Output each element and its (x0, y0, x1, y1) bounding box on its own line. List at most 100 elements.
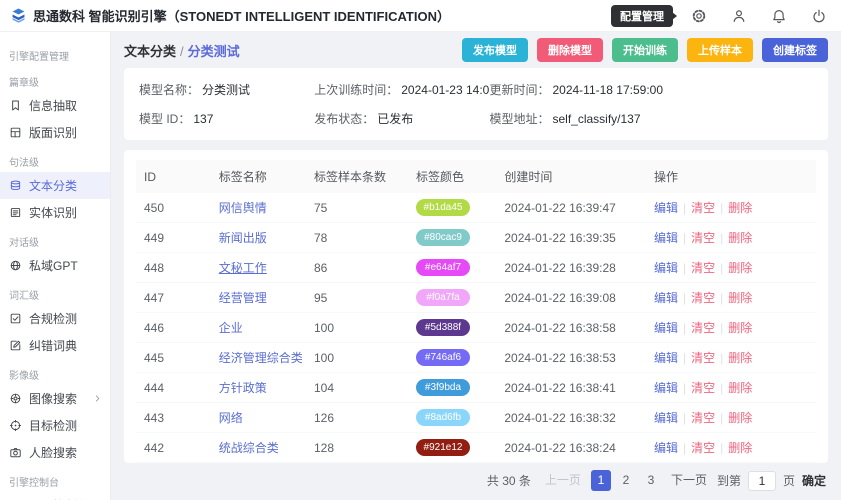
delete-link[interactable]: 删除 (728, 441, 752, 455)
cell-sample-count: 100 (305, 342, 408, 373)
label-name-link[interactable]: 网信舆情 (219, 201, 267, 215)
column-header: 操作 (645, 160, 816, 193)
column-header: 创建时间 (496, 160, 646, 193)
label-name-link[interactable]: 方针政策 (219, 381, 267, 395)
upload-sample-button[interactable]: 上传样本 (687, 38, 753, 62)
edit-link[interactable]: 编辑 (654, 231, 678, 245)
bookmark-icon (9, 99, 22, 112)
label-name-link[interactable]: 企业 (219, 321, 243, 335)
power-icon[interactable] (811, 8, 827, 24)
publish-model-button[interactable]: 发布模型 (462, 38, 528, 62)
cell-id: 448 (136, 252, 211, 283)
label-name-link[interactable]: 经济管理综合类 (219, 351, 303, 365)
table-row: 448 文秘工作 86 #e64af7 2024-01-22 16:39:28 编辑 | 清空… (136, 252, 816, 283)
action-separator: | (682, 261, 687, 275)
delete-link[interactable]: 删除 (728, 261, 752, 275)
cell-actions: 编辑 | 清空 | 删除 (645, 372, 816, 403)
next-page-button[interactable]: 下一页 (668, 470, 710, 491)
sidebar-item-text-classification[interactable]: 文本分类 (0, 172, 110, 199)
sidebar-item-back-console[interactable]: 返回控制台 (0, 492, 110, 500)
cell-sample-count: 100 (305, 312, 408, 343)
cell-created-time: 2024-01-22 16:38:58 (496, 312, 646, 343)
clear-link[interactable]: 清空 (691, 261, 715, 275)
color-badge: #921e12 (415, 439, 470, 456)
label-name-link[interactable]: 新闻出版 (219, 231, 267, 245)
color-badge: #8ad6fb (415, 409, 470, 426)
sidebar-item-compliance-check[interactable]: 合规检测 (0, 305, 110, 332)
edit-link[interactable]: 编辑 (654, 441, 678, 455)
confirm-button[interactable]: 确定 (802, 472, 826, 489)
breadcrumb: 文本分类 / 分类测试 (124, 41, 240, 60)
label-name-link[interactable]: 网络 (219, 411, 243, 425)
sidebar-item-layout-recognition[interactable]: 版面识别 (0, 119, 110, 146)
delete-model-button[interactable]: 删除模型 (537, 38, 603, 62)
clear-link[interactable]: 清空 (691, 441, 715, 455)
delete-link[interactable]: 删除 (728, 321, 752, 335)
cell-actions: 编辑 | 清空 | 删除 (645, 222, 816, 253)
cell-label-color: #921e12 (407, 432, 497, 463)
cell-label-name: 经营管理 (210, 282, 306, 313)
table-body: 450 网信舆情 75 #b1da45 2024-01-22 16:39:47 编辑 | 清空… (136, 193, 816, 463)
gear-icon[interactable] (691, 8, 707, 24)
clear-link[interactable]: 清空 (691, 411, 715, 425)
start-training-button[interactable]: 开始训练 (612, 38, 678, 62)
sidebar-item-entity-recognition[interactable]: 实体识别 (0, 199, 110, 226)
edit-link[interactable]: 编辑 (654, 261, 678, 275)
target-icon (9, 419, 22, 432)
clear-link[interactable]: 清空 (691, 291, 715, 305)
edit-link[interactable]: 编辑 (654, 351, 678, 365)
clear-link[interactable]: 清空 (691, 381, 715, 395)
sidebar-item-object-detection[interactable]: 目标检测 (0, 412, 110, 439)
label-name-link[interactable]: 经营管理 (219, 291, 267, 305)
clear-link[interactable]: 清空 (691, 351, 715, 365)
sidebar-item-private-gpt[interactable]: 私域GPT (0, 252, 110, 279)
prev-page-button[interactable]: 上一页 (542, 470, 584, 491)
page-jump-input[interactable] (747, 470, 776, 491)
bell-icon[interactable] (771, 8, 787, 24)
check-square-icon (9, 312, 22, 325)
clear-link[interactable]: 清空 (691, 321, 715, 335)
field-value: 分类测试 (202, 83, 251, 97)
label-name-link[interactable]: 文秘工作 (219, 261, 267, 275)
cell-id: 447 (136, 282, 211, 313)
delete-link[interactable]: 删除 (728, 381, 752, 395)
page-button-1[interactable]: 1 (590, 470, 611, 491)
page-button-3[interactable]: 3 (641, 470, 661, 491)
cell-sample-count: 104 (305, 372, 408, 403)
column-header: 标签名称 (210, 160, 306, 193)
color-badge: #746af6 (415, 349, 470, 366)
cell-id: 444 (136, 372, 211, 403)
breadcrumb-root[interactable]: 文本分类 (124, 44, 176, 59)
sidebar-item-image-search[interactable]: 图像搜索 (0, 385, 110, 412)
jump-suffix-label: 页 (782, 474, 795, 488)
model-info-grid: 模型名称：分类测试上次训练时间：2024-01-23 14:05:39更新时间：… (139, 81, 813, 127)
model-info-field: 更新时间： 2024-11-18 17:59:00 (489, 81, 813, 98)
delete-link[interactable]: 删除 (728, 351, 752, 365)
delete-link[interactable]: 删除 (728, 231, 752, 245)
delete-link[interactable]: 删除 (728, 201, 752, 215)
label-name-link[interactable]: 统战综合类 (219, 441, 279, 455)
sidebar-item-info-extract[interactable]: 信息抽取 (0, 92, 110, 119)
create-label-button[interactable]: 创建标签 (762, 38, 828, 62)
field-value: 137 (193, 112, 214, 126)
sidebar-group-title: 词汇级 (9, 291, 39, 302)
cell-sample-count: 86 (305, 252, 408, 283)
topbar-actions: 配置管理 (611, 4, 827, 27)
clear-link[interactable]: 清空 (691, 201, 715, 215)
sidebar-item-correction-dict[interactable]: 纠错词典 (0, 332, 110, 359)
delete-link[interactable]: 删除 (728, 411, 752, 425)
edit-link[interactable]: 编辑 (654, 321, 678, 335)
table-row: 444 方针政策 104 #3f9bda 2024-01-22 16:38:41 编辑 | 清… (136, 372, 816, 403)
edit-link[interactable]: 编辑 (654, 291, 678, 305)
delete-link[interactable]: 删除 (728, 291, 752, 305)
cell-label-color: #f0a7fa (407, 282, 497, 313)
edit-link[interactable]: 编辑 (654, 201, 678, 215)
user-icon[interactable] (731, 8, 747, 24)
sidebar-item-face-search[interactable]: 人脸搜索 (0, 439, 110, 466)
cell-id: 445 (136, 342, 211, 373)
edit-link[interactable]: 编辑 (654, 411, 678, 425)
clear-link[interactable]: 清空 (691, 231, 715, 245)
edit-link[interactable]: 编辑 (654, 381, 678, 395)
sidebar-item-label: 信息抽取 (29, 99, 78, 113)
page-button-2[interactable]: 2 (616, 470, 636, 491)
